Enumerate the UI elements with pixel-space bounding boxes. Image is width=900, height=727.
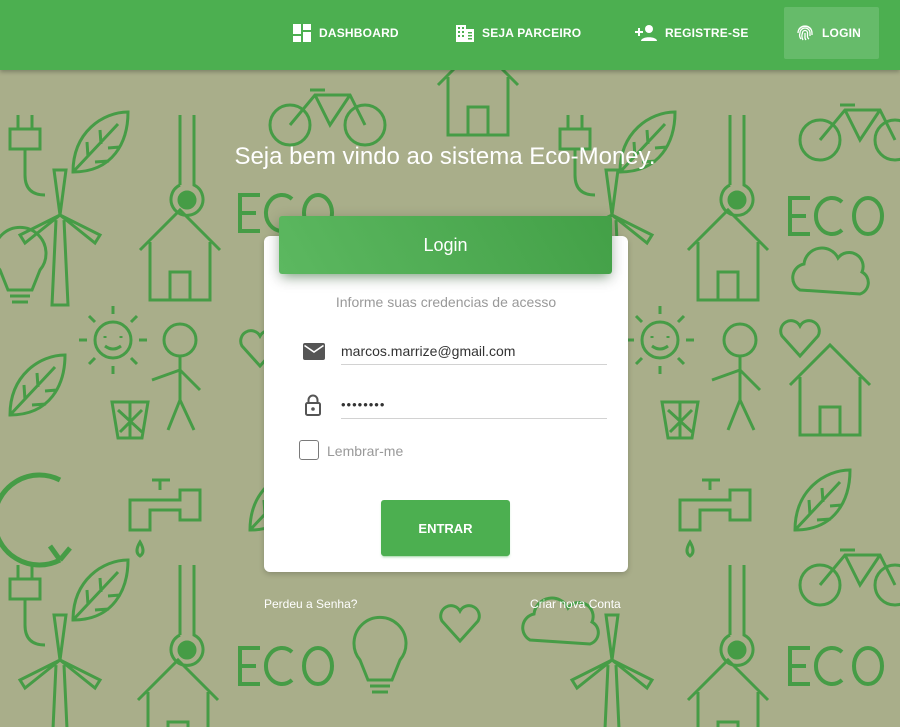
password-field[interactable] <box>341 391 607 419</box>
nav-login[interactable]: LOGIN <box>784 7 879 59</box>
nav-seja-parceiro[interactable]: SEJA PARCEIRO <box>444 7 593 59</box>
building-icon <box>456 24 474 42</box>
nav-registre-se-label: REGISTRE-SE <box>665 26 749 40</box>
nav-dashboard-label: DASHBOARD <box>319 26 399 40</box>
dashboard-icon <box>293 24 311 42</box>
lock-icon <box>305 394 321 416</box>
login-card-header: Login <box>279 216 612 274</box>
nav-login-label: LOGIN <box>822 26 861 40</box>
email-icon <box>303 343 325 360</box>
person-add-icon <box>635 25 657 41</box>
login-subtitle: Informe suas credencias de acesso <box>335 294 557 310</box>
nav-seja-parceiro-label: SEJA PARCEIRO <box>482 26 582 40</box>
create-account-link[interactable]: Criar nova Conta <box>530 597 621 611</box>
forgot-password-link[interactable]: Perdeu a Senha? <box>264 597 357 611</box>
email-field[interactable] <box>341 337 607 365</box>
top-navbar: DASHBOARD SEJA PARCEIRO REGISTRE-SE LOGI… <box>0 0 900 70</box>
welcome-heading: Seja bem vindo ao sistema Eco-Money. <box>234 143 656 170</box>
nav-dashboard[interactable]: DASHBOARD <box>281 7 411 59</box>
entrar-button[interactable]: ENTRAR <box>381 500 510 556</box>
remember-me-checkbox[interactable] <box>299 440 319 460</box>
nav-registre-se[interactable]: REGISTRE-SE <box>623 7 761 59</box>
remember-me-label: Lembrar-me <box>327 443 404 459</box>
fingerprint-icon <box>797 25 813 41</box>
